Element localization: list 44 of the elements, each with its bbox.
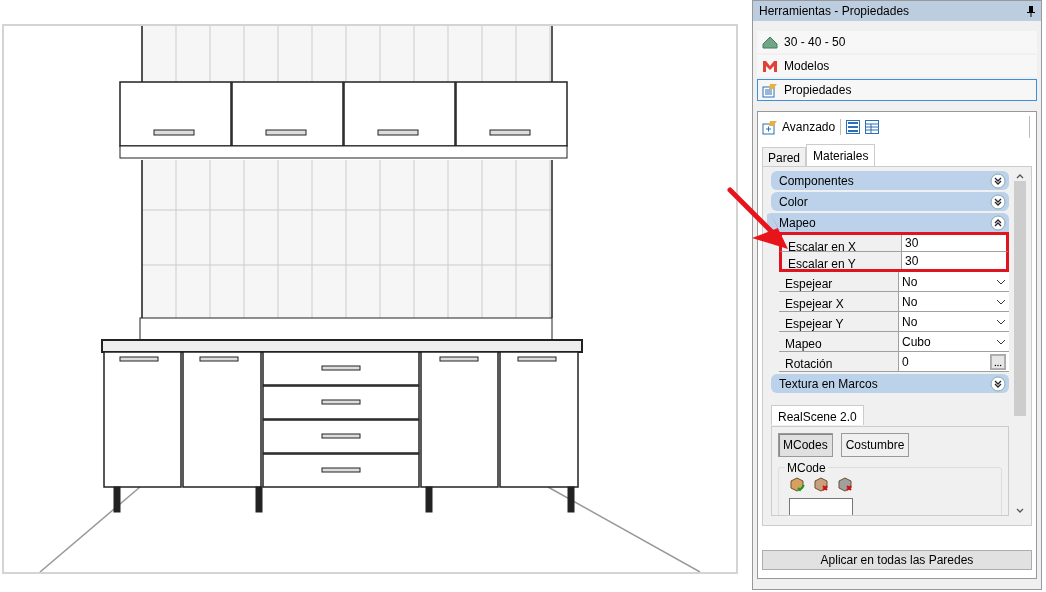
- nav-item[interactable]: Modelos: [757, 55, 1037, 77]
- tab[interactable]: Pared: [762, 147, 807, 166]
- nav-item[interactable]: 30 - 40 - 50: [757, 31, 1037, 53]
- section-header[interactable]: Color: [771, 192, 1009, 211]
- advanced-button[interactable]: Avanzado: [762, 118, 836, 136]
- cube-delete-icon[interactable]: [813, 476, 829, 492]
- section-header[interactable]: Componentes: [771, 171, 1009, 190]
- table-icon[interactable]: [865, 120, 880, 134]
- tab[interactable]: Costumbre: [840, 433, 910, 457]
- scroll-up-icon[interactable]: [1016, 174, 1024, 179]
- input-field[interactable]: 30: [902, 252, 1006, 269]
- expand-icon[interactable]: [990, 193, 1006, 210]
- section-header[interactable]: Textura en Marcos: [771, 374, 1009, 393]
- input-field[interactable]: 30: [902, 235, 1006, 251]
- caret-icon: [996, 317, 1006, 326]
- tab[interactable]: Materiales: [806, 144, 876, 166]
- terrain-icon: [762, 35, 778, 49]
- advanced-icon: [762, 119, 778, 135]
- cube-check-icon[interactable]: [789, 476, 805, 492]
- input-field[interactable]: 0: [899, 352, 1009, 371]
- dropdown-field[interactable]: No: [899, 272, 1009, 291]
- m-logo-icon: [762, 59, 778, 73]
- dropdown-field[interactable]: No: [899, 292, 1009, 311]
- properties-icon: [762, 82, 778, 98]
- scrollbar-thumb[interactable]: [1014, 181, 1026, 416]
- nav-item[interactable]: Propiedades: [757, 79, 1037, 101]
- categorized-icon[interactable]: [846, 120, 861, 134]
- pin-icon[interactable]: [1027, 5, 1035, 17]
- cube-delete-icon[interactable]: [837, 476, 853, 492]
- caret-icon: [996, 297, 1006, 306]
- dropdown-field[interactable]: Cubo: [899, 332, 1009, 351]
- expand-icon[interactable]: [990, 375, 1006, 392]
- section-header[interactable]: Mapeo: [767, 213, 1009, 232]
- tab[interactable]: RealScene 2.0: [771, 405, 864, 425]
- expand-icon[interactable]: [990, 172, 1006, 189]
- caret-icon: [996, 277, 1006, 286]
- caret-icon: [996, 337, 1006, 346]
- apply-button[interactable]: Aplicar en todas las Paredes: [762, 550, 1032, 570]
- scroll-down-icon[interactable]: [1016, 508, 1024, 513]
- collapse-icon[interactable]: [990, 214, 1006, 231]
- list-field[interactable]: [789, 498, 853, 515]
- tab[interactable]: MCodes: [778, 433, 833, 457]
- panel-title: Herramientas - Propiedades: [759, 3, 910, 20]
- dropdown-field[interactable]: No: [899, 312, 1009, 331]
